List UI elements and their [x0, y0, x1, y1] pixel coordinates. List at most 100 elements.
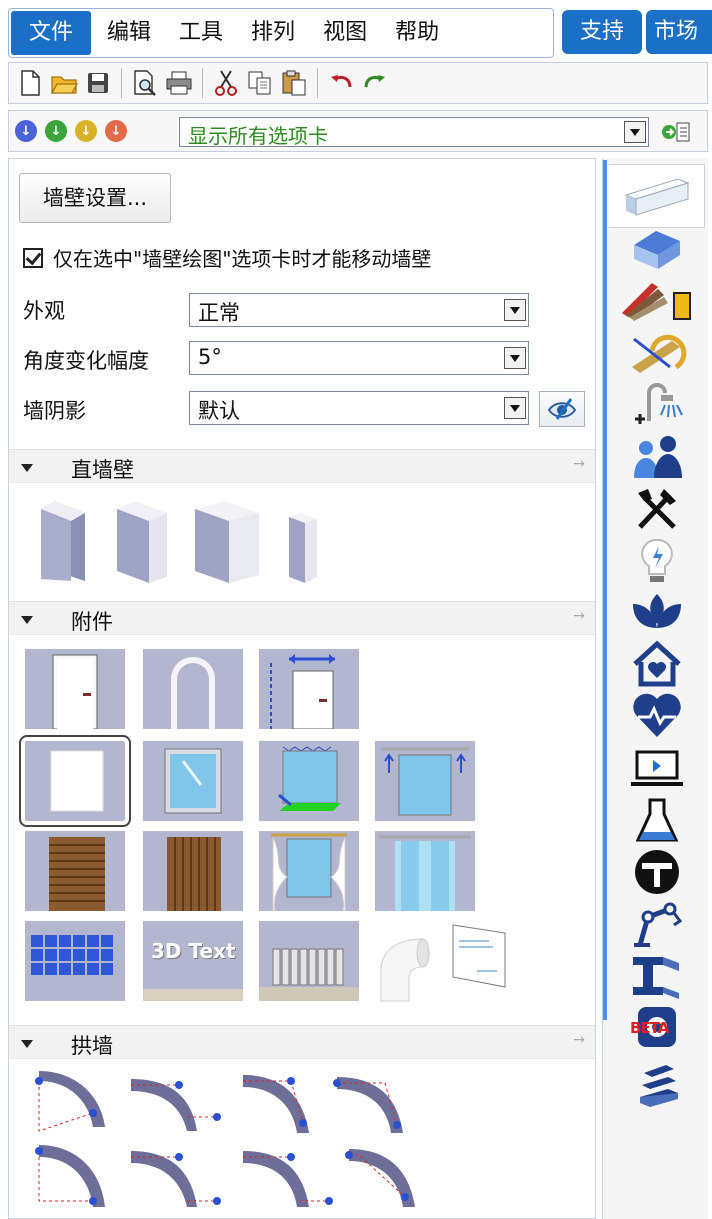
sheer-curtains-tile[interactable]: [375, 831, 475, 911]
menu-arrange[interactable]: 排列: [239, 11, 307, 55]
category-materials[interactable]: [609, 276, 705, 324]
straight-walls-header[interactable]: 直墙壁 →: [9, 449, 595, 483]
category-lab[interactable]: [609, 796, 705, 844]
category-buildings[interactable]: [609, 224, 705, 272]
chevron-down-icon[interactable]: [504, 397, 526, 419]
arch-wall-tile-4[interactable]: [327, 1071, 417, 1137]
category-stairs[interactable]: [609, 1060, 705, 1108]
move-walls-label: 仅在选中"墙壁绘图"选项卡时才能移动墙壁: [53, 247, 432, 271]
window-sill-tile[interactable]: [259, 741, 359, 821]
duct-pipe-tile[interactable]: [373, 921, 433, 1003]
menu-view[interactable]: 视图: [311, 11, 379, 55]
print-icon[interactable]: [164, 68, 194, 98]
tab-filter-select[interactable]: 显示所有选项卡: [179, 117, 649, 148]
door-resize-tile[interactable]: [259, 649, 359, 729]
pillar-wall-tile[interactable]: [281, 511, 325, 585]
category-kitchen[interactable]: [609, 484, 705, 532]
category-wellness[interactable]: [609, 588, 705, 636]
arrow-down-red-icon[interactable]: ↓: [105, 120, 127, 142]
arch-wall-tile-1[interactable]: [27, 1071, 117, 1137]
chevron-down-icon[interactable]: [504, 347, 526, 369]
category-office[interactable]: [609, 744, 705, 792]
wall-shadow-label: 墙阴影: [23, 399, 86, 423]
category-plumbing[interactable]: [609, 380, 705, 428]
menu-file[interactable]: 文件: [11, 11, 92, 55]
arched-walls-header[interactable]: 拱墙 →: [9, 1025, 595, 1059]
tile-grid-tile[interactable]: [25, 921, 125, 1001]
text-3d-tile[interactable]: 3D Text: [143, 921, 243, 1001]
cut-icon[interactable]: [211, 68, 241, 98]
redo-icon[interactable]: [360, 68, 390, 98]
collapse-caret-icon[interactable]: [21, 1040, 33, 1048]
bulb-icon: [641, 538, 673, 582]
pin-icon[interactable]: →: [573, 456, 585, 472]
move-walls-option[interactable]: 仅在选中"墙壁绘图"选项卡时才能移动墙壁: [23, 243, 431, 272]
arch-wall-tile-7[interactable]: [233, 1141, 333, 1211]
category-walls[interactable]: [609, 164, 705, 228]
plain-window-tile[interactable]: [19, 735, 131, 827]
curtain-window-tile[interactable]: [259, 831, 359, 911]
print-preview-icon[interactable]: [130, 68, 160, 98]
undo-icon[interactable]: [326, 68, 356, 98]
category-beta[interactable]: BETA: [609, 1004, 705, 1052]
home-heart-icon: [633, 640, 681, 687]
wall-shadow-value: 默认: [198, 399, 240, 423]
vertical-blinds-tile[interactable]: [143, 831, 243, 911]
collapse-caret-icon[interactable]: [21, 616, 33, 624]
arch-wall-tile-3[interactable]: [233, 1067, 323, 1137]
save-icon[interactable]: [83, 68, 113, 98]
pin-icon[interactable]: →: [573, 1032, 585, 1048]
chevron-down-icon[interactable]: [624, 121, 646, 143]
category-measure[interactable]: [609, 328, 705, 376]
people-icon: [634, 436, 682, 478]
arrow-down-green-icon[interactable]: ↓: [45, 120, 67, 142]
tab-manager-icon[interactable]: [661, 119, 691, 145]
heart-pulse-icon: [633, 693, 681, 737]
chevron-down-icon[interactable]: [504, 299, 526, 321]
tab-filter-value: 显示所有选项卡: [188, 124, 328, 148]
market-button[interactable]: 市场: [646, 10, 712, 54]
attachments-header[interactable]: 附件 →: [9, 601, 595, 635]
menu-help[interactable]: 帮助: [383, 11, 451, 55]
arrow-down-blue-icon[interactable]: ↓: [15, 120, 37, 142]
appearance-select[interactable]: 正常: [189, 293, 529, 327]
category-health[interactable]: [609, 692, 705, 740]
pin-icon[interactable]: →: [573, 608, 585, 624]
arrow-down-yellow-icon[interactable]: ↓: [75, 120, 97, 142]
arch-wall-tile-5[interactable]: [27, 1141, 117, 1211]
menu-edit[interactable]: 编辑: [95, 11, 163, 55]
thin-wall-tile[interactable]: [27, 499, 91, 583]
arch-opening-tile[interactable]: [143, 649, 243, 729]
arch-wall-tile-8[interactable]: [339, 1141, 429, 1211]
wall-poster-tile[interactable]: [449, 919, 509, 989]
wall-shadow-select[interactable]: 默认: [189, 391, 529, 425]
category-people[interactable]: [609, 432, 705, 480]
shadow-preview-button[interactable]: [539, 391, 585, 427]
paste-icon[interactable]: [279, 68, 309, 98]
category-bar-accent: [603, 160, 607, 1020]
category-home-care[interactable]: [609, 640, 705, 688]
move-walls-checkbox[interactable]: [23, 247, 43, 268]
medium-wall-tile[interactable]: [105, 499, 175, 583]
category-robotics[interactable]: [609, 900, 705, 948]
collapse-caret-icon[interactable]: [21, 464, 33, 472]
wall-settings-button[interactable]: 墙壁设置...: [19, 173, 171, 223]
menu-tools[interactable]: 工具: [167, 11, 235, 55]
glass-window-tile[interactable]: [143, 741, 243, 821]
category-steel[interactable]: [609, 952, 705, 1000]
support-button[interactable]: 支持: [562, 10, 642, 54]
curtain-rod-window-tile[interactable]: [375, 741, 475, 821]
category-brand[interactable]: [609, 848, 705, 896]
radiator-tile[interactable]: [259, 921, 359, 1001]
arch-wall-tile-6[interactable]: [121, 1141, 221, 1211]
thick-wall-tile[interactable]: [187, 499, 267, 583]
category-electrical[interactable]: [609, 536, 705, 584]
horizontal-blinds-tile[interactable]: [25, 831, 125, 911]
open-folder-icon[interactable]: [49, 68, 79, 98]
new-file-icon[interactable]: [15, 68, 45, 98]
copy-icon[interactable]: [245, 68, 275, 98]
angle-step-value: 5°: [198, 345, 222, 369]
angle-step-select[interactable]: 5°: [189, 341, 529, 375]
door-tile[interactable]: [25, 649, 125, 729]
arch-wall-tile-2[interactable]: [121, 1071, 221, 1137]
